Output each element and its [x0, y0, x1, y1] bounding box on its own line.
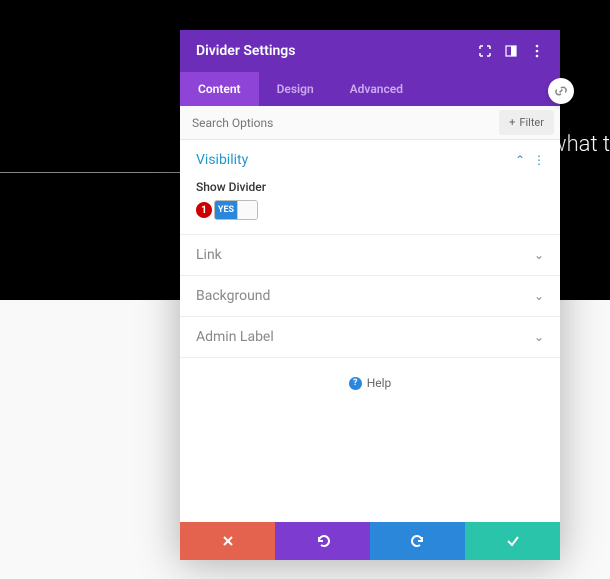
redo-icon: [410, 534, 426, 548]
tab-advanced[interactable]: Advanced: [332, 72, 421, 106]
chevron-up-icon: ⌃: [515, 153, 525, 167]
modal-title: Divider Settings: [196, 43, 295, 59]
chevron-down-icon: ⌄: [534, 330, 544, 344]
cancel-button[interactable]: [180, 522, 275, 560]
section-title: Visibility: [196, 152, 248, 168]
toggle-on-label: YES: [215, 201, 237, 219]
undo-icon: [315, 534, 331, 548]
help-icon: ?: [349, 377, 362, 390]
more-icon[interactable]: [530, 44, 544, 58]
search-row: + Filter: [180, 106, 560, 140]
section-header-admin-label[interactable]: Admin Label ⌄: [180, 317, 560, 357]
help-row[interactable]: ? Help: [180, 358, 560, 408]
modal-footer: [180, 522, 560, 560]
search-input[interactable]: [180, 107, 493, 139]
chevron-down-icon: ⌄: [534, 248, 544, 262]
tab-design[interactable]: Design: [259, 72, 332, 106]
redo-button[interactable]: [370, 522, 465, 560]
section-visibility: Visibility ⌃ ⋮ Show Divider 1 YES: [180, 140, 560, 235]
section-content-visibility: Show Divider 1 YES: [180, 180, 560, 234]
section-title: Admin Label: [196, 329, 274, 345]
plus-icon: +: [509, 116, 515, 129]
panel-body: Visibility ⌃ ⋮ Show Divider 1 YES: [180, 140, 560, 522]
header-icon-group: [478, 44, 544, 58]
section-admin-label: Admin Label ⌄: [180, 317, 560, 358]
check-icon: [505, 534, 521, 548]
tab-content[interactable]: Content: [180, 72, 259, 106]
snap-icon[interactable]: [504, 44, 518, 58]
close-icon: [221, 534, 235, 548]
toggle-knob: [237, 201, 257, 219]
show-divider-toggle[interactable]: YES: [214, 200, 258, 220]
link-ext-icon[interactable]: [548, 78, 574, 104]
step-badge: 1: [196, 202, 212, 218]
more-dots-icon[interactable]: ⋮: [533, 153, 544, 167]
filter-button[interactable]: + Filter: [499, 110, 554, 135]
page-divider-line: [0, 172, 180, 173]
save-button[interactable]: [465, 522, 560, 560]
section-title: Link: [196, 247, 222, 263]
tab-bar: Content Design Advanced: [180, 72, 560, 106]
section-header-visibility[interactable]: Visibility ⌃ ⋮: [180, 140, 560, 180]
section-header-background[interactable]: Background ⌄: [180, 276, 560, 316]
section-link: Link ⌄: [180, 235, 560, 276]
settings-modal: Divider Settings Content Design Advanced…: [180, 30, 560, 560]
expand-icon[interactable]: [478, 44, 492, 58]
option-label-show-divider: Show Divider: [196, 180, 544, 194]
toggle-row: 1 YES: [196, 200, 544, 220]
chevron-down-icon: ⌄: [534, 289, 544, 303]
undo-button[interactable]: [275, 522, 370, 560]
modal-header: Divider Settings: [180, 30, 560, 72]
section-background: Background ⌄: [180, 276, 560, 317]
section-header-link[interactable]: Link ⌄: [180, 235, 560, 275]
filter-label: Filter: [519, 116, 544, 129]
help-label: Help: [367, 376, 392, 390]
section-title: Background: [196, 288, 270, 304]
